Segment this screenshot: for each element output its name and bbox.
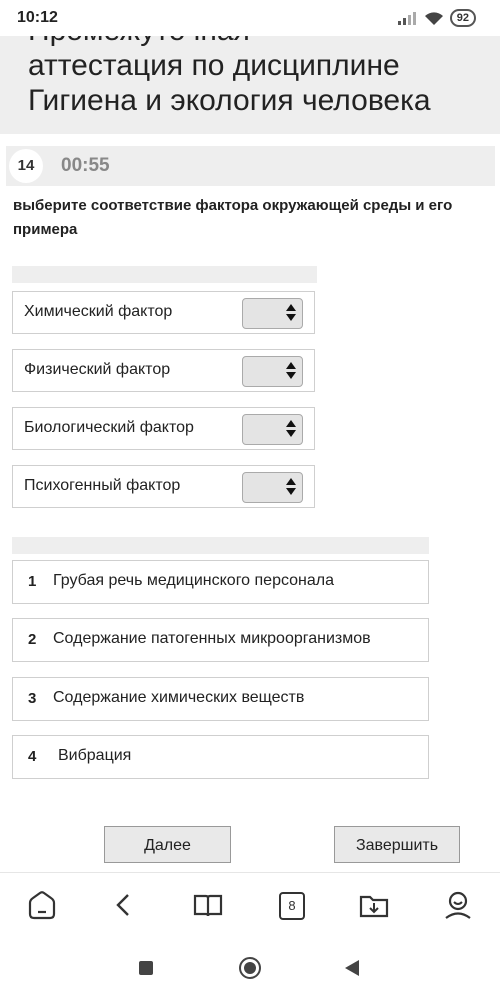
match-item: Биологический фактор <box>12 407 315 450</box>
match-label: Химический фактор <box>24 303 173 320</box>
options-header-band <box>12 537 429 554</box>
battery-indicator: 92 <box>449 9 476 27</box>
finish-button[interactable]: Завершить <box>334 826 460 863</box>
select-arrows-icon <box>286 304 296 321</box>
status-time: 10:12 <box>17 9 58 26</box>
profile-icon[interactable] <box>442 889 474 921</box>
page-title-partial: Промежуточная <box>28 36 250 48</box>
question-text: выберите соответствие фактора окружающей… <box>13 197 453 238</box>
match-item: Физический фактор <box>12 349 315 392</box>
match-item: Психогенный фактор <box>12 465 315 508</box>
page-title-line: Гигиена и экология человека <box>28 84 431 117</box>
system-nav-bar <box>0 934 500 999</box>
wifi-icon <box>424 11 443 25</box>
match-label: Физический фактор <box>24 361 171 378</box>
option-number: 1 <box>28 573 37 590</box>
downloads-icon[interactable] <box>358 889 390 921</box>
status-bar: 10:12 92 <box>0 0 500 36</box>
option-number: 3 <box>28 690 37 707</box>
status-icons: 92 <box>397 9 476 27</box>
option-item: 1 Грубая речь медицинского персонала <box>12 560 429 604</box>
nav-back-icon[interactable] <box>345 960 359 976</box>
option-text: Грубая речь медицинского персонала <box>53 572 335 589</box>
matches-header-band <box>12 266 317 283</box>
match-select[interactable] <box>242 472 303 503</box>
signal-icon <box>397 12 416 25</box>
option-text: Вибрация <box>58 747 132 764</box>
question-number-badge: 14 <box>9 149 43 183</box>
option-number: 2 <box>28 631 37 648</box>
option-item: 2 Содержание патогенных микроорганизмов <box>12 618 429 662</box>
question-timer: 00:55 <box>61 155 110 176</box>
option-number: 4 <box>28 748 37 765</box>
back-icon[interactable] <box>108 889 140 921</box>
tabs-button[interactable]: 8 <box>276 889 308 921</box>
option-text: Содержание химических веществ <box>53 689 305 706</box>
select-arrows-icon <box>286 362 296 379</box>
match-select[interactable] <box>242 414 303 445</box>
match-label: Психогенный фактор <box>24 477 181 494</box>
page-header: Промежуточная аттестация по дисциплине Г… <box>0 36 500 134</box>
question-header: 14 00:55 <box>6 146 495 186</box>
match-select[interactable] <box>242 356 303 387</box>
home-icon[interactable] <box>26 889 58 921</box>
match-item: Химический фактор <box>12 291 315 334</box>
tabs-count: 8 <box>279 892 305 920</box>
next-button[interactable]: Далее <box>104 826 231 863</box>
browser-toolbar: 8 <box>0 872 500 935</box>
home-circle-icon[interactable] <box>239 957 261 979</box>
option-item: 4 Вибрация <box>12 735 429 779</box>
match-label: Биологический фактор <box>24 419 194 436</box>
match-select[interactable] <box>242 298 303 329</box>
recents-icon[interactable] <box>139 961 153 975</box>
option-text: Содержание патогенных микроорганизмов <box>53 630 371 647</box>
bookmarks-icon[interactable] <box>192 889 224 921</box>
page-title-line: аттестация по дисциплине <box>28 49 400 82</box>
option-item: 3 Содержание химических веществ <box>12 677 429 721</box>
select-arrows-icon <box>286 420 296 437</box>
select-arrows-icon <box>286 478 296 495</box>
